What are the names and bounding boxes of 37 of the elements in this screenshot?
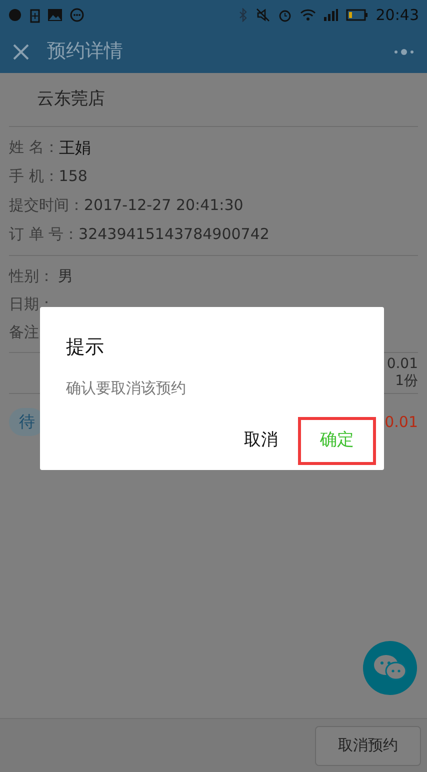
battery-icon bbox=[346, 9, 368, 21]
battery-saver-icon bbox=[30, 8, 40, 22]
chat-icon bbox=[70, 8, 84, 22]
dialog-button[interactable]: 取消 bbox=[242, 417, 280, 465]
quantity: 1份 bbox=[395, 373, 418, 390]
total-price: 0.01 bbox=[384, 412, 418, 433]
bluetooth-icon bbox=[238, 8, 248, 22]
field-value: 2017-12-27 20:41:30 bbox=[84, 195, 244, 216]
alarm-icon bbox=[278, 8, 292, 22]
cancel-booking-button[interactable]: 取消预约 bbox=[315, 726, 421, 766]
field-label: 备注 bbox=[9, 322, 39, 343]
more-icon bbox=[393, 48, 415, 56]
field-label: 性别： bbox=[9, 266, 54, 287]
more-button[interactable] bbox=[393, 46, 415, 56]
close-button[interactable] bbox=[12, 42, 30, 60]
field-label: 姓 名： bbox=[9, 137, 59, 158]
dialog-title: 提示 bbox=[66, 335, 104, 360]
clock-time: 20:43 bbox=[376, 4, 419, 26]
wifi-icon bbox=[300, 9, 316, 21]
signal-icon bbox=[324, 9, 338, 21]
store-name: 云东莞店 bbox=[37, 88, 105, 111]
mute-icon bbox=[256, 8, 270, 22]
field-value: 男 bbox=[58, 266, 73, 287]
unit-price: 0.01 bbox=[386, 356, 418, 373]
dialog-button[interactable]: 确定 bbox=[298, 417, 376, 465]
close-icon bbox=[12, 42, 30, 60]
image-icon bbox=[48, 9, 62, 21]
field-label: 手 机： bbox=[9, 166, 59, 188]
app-icon bbox=[8, 8, 22, 22]
dialog-message: 确认要取消该预约 bbox=[66, 378, 186, 399]
field-label: 提交时间： bbox=[9, 195, 84, 216]
field-value: 32439415143784900742 bbox=[78, 224, 270, 246]
page-title: 预约详情 bbox=[47, 39, 123, 64]
field-value: 王娟 bbox=[58, 136, 91, 158]
field-label: 订 单 号： bbox=[9, 224, 79, 246]
field-value: 158 bbox=[58, 166, 88, 188]
chat-bubbles-icon bbox=[372, 653, 408, 683]
